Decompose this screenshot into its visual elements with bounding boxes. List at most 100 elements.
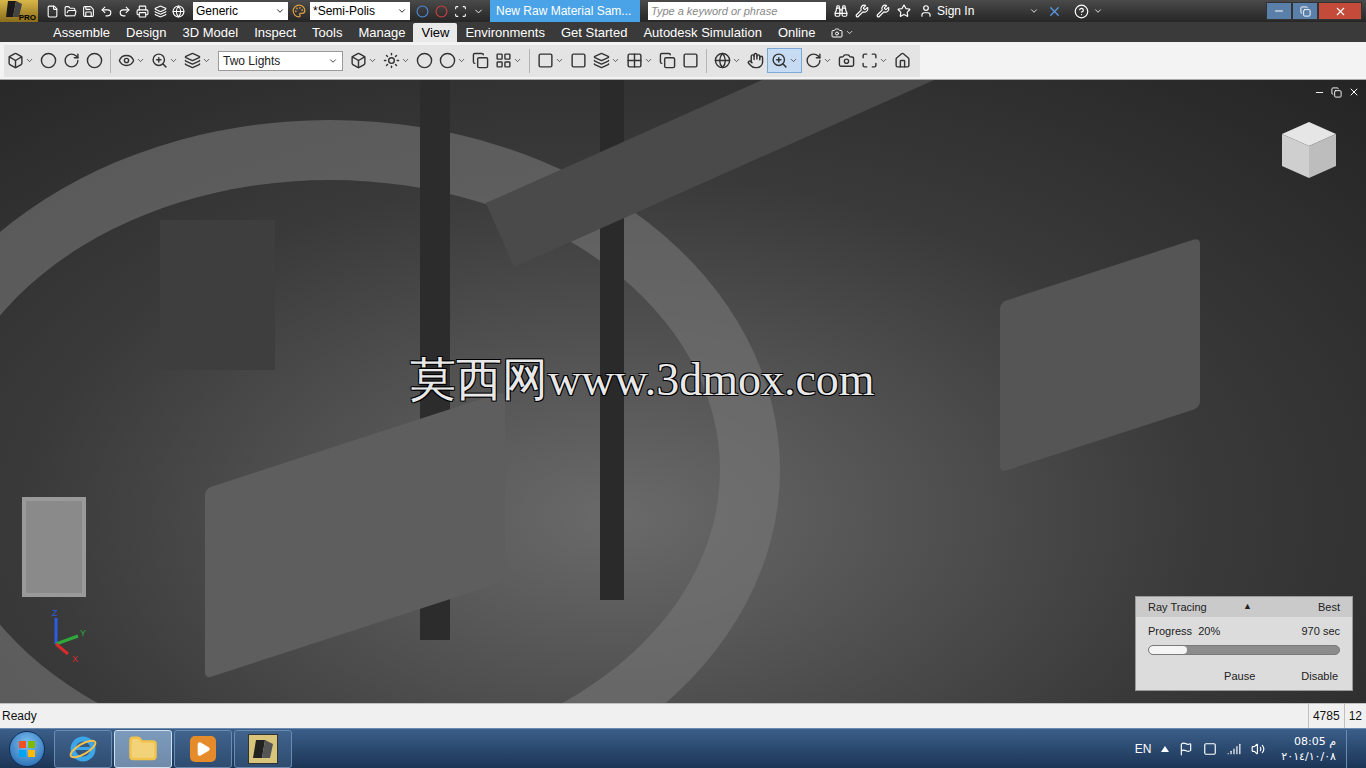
- quality-label[interactable]: Best: [1318, 599, 1340, 616]
- ribbon-options-icon[interactable]: [831, 27, 843, 39]
- toolbar-button[interactable]: [413, 49, 436, 72]
- parameters-icon[interactable]: [454, 5, 467, 18]
- new-icon[interactable]: [46, 5, 59, 18]
- grid-icon[interactable]: [495, 52, 512, 69]
- toolbar-button[interactable]: [711, 49, 744, 72]
- start-button[interactable]: [0, 731, 54, 767]
- toolbar-button[interactable]: [436, 49, 469, 72]
- steering-wheel-icon[interactable]: [714, 52, 731, 69]
- viewport-close-icon[interactable]: [1348, 86, 1360, 98]
- look-at-icon[interactable]: [838, 52, 855, 69]
- restore-button[interactable]: [1292, 2, 1318, 20]
- object-visibility-icon[interactable]: [40, 52, 57, 69]
- toolbar-button[interactable]: [891, 49, 914, 72]
- open-icon[interactable]: [64, 5, 77, 18]
- viewport-minimize-icon[interactable]: [1314, 87, 1325, 98]
- toolbar-button[interactable]: [469, 49, 492, 72]
- show-hidden-icons-icon[interactable]: [1161, 746, 1169, 752]
- language-indicator[interactable]: EN: [1135, 740, 1152, 758]
- toolbar-button[interactable]: [347, 49, 380, 72]
- toolbar-button[interactable]: [802, 49, 835, 72]
- refresh-icon[interactable]: [63, 52, 80, 69]
- dropdown-arrow-icon[interactable]: [732, 56, 741, 65]
- material-select[interactable]: *Semi-Polis: [310, 2, 410, 20]
- perspective-icon[interactable]: [472, 52, 489, 69]
- toolbar-button[interactable]: [656, 49, 679, 72]
- exchange-icon[interactable]: [1047, 4, 1062, 19]
- binoculars-icon[interactable]: [834, 4, 848, 18]
- undo-icon[interactable]: [100, 5, 113, 18]
- ribbon-tab[interactable]: View: [413, 23, 457, 42]
- pan-icon[interactable]: [747, 52, 764, 69]
- ribbon-tab[interactable]: Manage: [350, 23, 413, 42]
- ray-tracing-button[interactable]: Pause: [1224, 668, 1255, 685]
- dropdown-arrow-icon[interactable]: [25, 56, 34, 65]
- ground-plane-icon[interactable]: [350, 52, 367, 69]
- zoom-all-icon[interactable]: [861, 52, 878, 69]
- graphics-viewport[interactable]: 莫西网www.3dmox.comZYXRay Tracing▲BestProgr…: [0, 80, 1366, 703]
- action-center-icon[interactable]: [1179, 742, 1193, 756]
- appearance-select[interactable]: Generic: [193, 2, 288, 20]
- taskbar-app[interactable]: [114, 730, 172, 768]
- zoom-select-icon[interactable]: [151, 52, 168, 69]
- visual-style-icon[interactable]: [118, 52, 135, 69]
- color-icon[interactable]: [292, 4, 306, 18]
- toolbar-button[interactable]: [858, 49, 891, 72]
- home-view-icon[interactable]: [894, 52, 911, 69]
- dropdown-arrow-icon[interactable]: [368, 56, 377, 65]
- redo-icon[interactable]: [118, 5, 131, 18]
- shadows-icon[interactable]: [184, 52, 201, 69]
- dropdown-arrow-icon[interactable]: [457, 56, 466, 65]
- zoom-icon[interactable]: [771, 52, 788, 69]
- toolbar-button[interactable]: [835, 49, 858, 72]
- favorites-icon[interactable]: [897, 4, 911, 18]
- toolbar-button[interactable]: [744, 49, 767, 72]
- toolbar-button[interactable]: [623, 49, 656, 72]
- reflections-icon[interactable]: [383, 52, 400, 69]
- dropdown-arrow-icon[interactable]: [513, 56, 522, 65]
- help-icon[interactable]: [1074, 4, 1089, 19]
- dropdown-arrow-icon[interactable]: [789, 56, 798, 65]
- toolbar-button[interactable]: [567, 49, 590, 72]
- dropdown-arrow-icon[interactable]: [202, 56, 211, 65]
- ribbon-tab[interactable]: Inspect: [246, 23, 304, 42]
- toolbar-button[interactable]: [380, 49, 413, 72]
- taskbar-app[interactable]: [174, 730, 232, 768]
- wrench-icon[interactable]: [855, 4, 869, 18]
- toolbar-button[interactable]: [590, 49, 623, 72]
- user-interface-icon[interactable]: [537, 52, 554, 69]
- dropdown-arrow-icon[interactable]: [879, 56, 888, 65]
- ray-tracing-icon[interactable]: [416, 52, 433, 69]
- toolbar-button[interactable]: [37, 49, 60, 72]
- ribbon-tab[interactable]: Assemble: [45, 23, 118, 42]
- customize-icon[interactable]: [473, 6, 484, 17]
- dropdown-arrow-icon[interactable]: [555, 56, 564, 65]
- orbit-icon[interactable]: [805, 52, 822, 69]
- ribbon-tab[interactable]: Tools: [304, 23, 350, 42]
- dropdown-arrow-icon[interactable]: [275, 6, 285, 16]
- ribbon-tab[interactable]: Online: [770, 23, 824, 42]
- close-button[interactable]: [1318, 2, 1362, 20]
- dropdown-arrow-icon[interactable]: [845, 28, 854, 37]
- ribbon-tab[interactable]: 3D Model: [175, 23, 247, 42]
- material-icon[interactable]: [416, 5, 429, 18]
- app-menu-button[interactable]: PRO: [0, 0, 38, 22]
- visibility-icon[interactable]: [7, 52, 24, 69]
- toolbar-button[interactable]: [181, 49, 214, 72]
- save-icon[interactable]: [82, 5, 95, 18]
- dropdown-arrow-icon[interactable]: [611, 56, 620, 65]
- update-icon[interactable]: [172, 5, 185, 18]
- dropdown-arrow-icon[interactable]: [397, 6, 407, 16]
- switch-window-icon[interactable]: [593, 52, 610, 69]
- dropdown-arrow-icon[interactable]: [644, 56, 653, 65]
- tile-icon[interactable]: [626, 52, 643, 69]
- clear-icon[interactable]: [435, 5, 448, 18]
- network-icon[interactable]: [1203, 742, 1217, 756]
- viewport-restore-icon[interactable]: [1331, 87, 1342, 98]
- taskbar-app[interactable]: [54, 730, 112, 768]
- dropdown-arrow-icon[interactable]: [169, 56, 178, 65]
- realistic-icon[interactable]: [439, 52, 456, 69]
- cascade-icon[interactable]: [659, 52, 676, 69]
- clean-screen-icon[interactable]: [570, 52, 587, 69]
- view-cube[interactable]: [1280, 120, 1338, 180]
